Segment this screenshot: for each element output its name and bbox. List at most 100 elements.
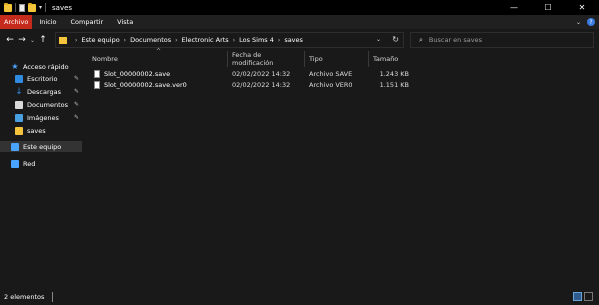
sidebar-item-imagenes[interactable]: Imágenes ✎: [0, 112, 82, 123]
computer-icon: [11, 142, 19, 151]
pin-icon[interactable]: ✎: [74, 114, 79, 121]
chevron-right-icon[interactable]: ›: [75, 37, 77, 44]
tab-compartir[interactable]: Compartir: [64, 15, 111, 29]
details-view-icon[interactable]: [573, 292, 582, 301]
chevron-right-icon[interactable]: ›: [233, 37, 235, 44]
large-icons-view-icon[interactable]: [584, 292, 593, 301]
sidebar-item-label: Este equipo: [23, 142, 62, 151]
file-icon: [94, 80, 100, 89]
window-title: saves: [52, 3, 73, 12]
sidebar-item-este-equipo[interactable]: Este equipo: [0, 141, 82, 152]
file-date: 02/02/2022 14:32: [232, 80, 291, 89]
minimize-button[interactable]: —: [497, 0, 531, 15]
file-name-cell: Slot_00000002.save: [94, 68, 170, 79]
up-arrow-icon[interactable]: ↑: [37, 35, 49, 45]
sidebar-item-red[interactable]: Red: [0, 158, 82, 169]
customize-toolbar-icon[interactable]: ▾: [39, 4, 42, 11]
sidebar-item-label: Descargas: [27, 87, 62, 96]
forward-arrow-icon[interactable]: →: [16, 35, 28, 45]
file-size: 1.151 KB: [379, 80, 409, 89]
toolbar-divider: [15, 3, 16, 12]
sidebar-item-escritorio[interactable]: Escritorio ✎: [0, 73, 82, 84]
navigation-pane: ★ Acceso rápido Escritorio ✎ ↓ Descargas…: [0, 51, 82, 289]
network-icon: [11, 159, 19, 168]
view-switcher: [573, 292, 593, 301]
breadcrumb-electronic-arts[interactable]: Electronic Arts: [182, 36, 229, 44]
desktop-icon: [15, 74, 23, 83]
table-row[interactable]: Slot_00000002.save 02/02/2022 14:32 Arch…: [82, 68, 599, 79]
pictures-icon: [15, 113, 23, 122]
ribbon-right-controls: ⌄ ?: [576, 15, 595, 29]
file-size: 1.243 KB: [379, 69, 409, 78]
sidebar-item-saves[interactable]: saves: [0, 125, 82, 136]
breadcrumb-este-equipo[interactable]: Este equipo: [81, 36, 119, 44]
download-icon: ↓: [15, 86, 23, 97]
status-divider: [52, 292, 54, 302]
column-header-tipo[interactable]: Tipo: [305, 51, 369, 67]
column-header-nombre[interactable]: Nombre: [88, 51, 228, 67]
chevron-down-icon[interactable]: ⌄: [376, 36, 381, 43]
navigation-buttons: ← → ⌄ ↑: [4, 35, 49, 45]
search-icon: ⌕: [419, 35, 423, 44]
documents-icon: [15, 100, 23, 109]
chevron-right-icon[interactable]: ›: [175, 37, 177, 44]
tab-vista[interactable]: Vista: [110, 15, 140, 29]
address-bar[interactable]: › Este equipo › Documentos › Electronic …: [55, 32, 404, 48]
sidebar-item-label: Acceso rápido: [23, 62, 69, 71]
new-folder-icon[interactable]: [28, 2, 36, 12]
breadcrumb-los-sims-4[interactable]: Los Sims 4: [239, 36, 274, 44]
expand-ribbon-icon[interactable]: ⌄: [576, 19, 581, 26]
item-count: 2 elementos: [4, 293, 45, 301]
recent-locations-icon[interactable]: ⌄: [28, 37, 37, 44]
file-name-cell: Slot_00000002.save.ver0: [94, 79, 187, 90]
quick-access-toolbar: ▾: [0, 0, 47, 15]
close-button[interactable]: ✕: [565, 0, 599, 15]
maximize-button[interactable]: ☐: [531, 0, 565, 15]
file-icon: [94, 69, 100, 78]
folder-icon: [59, 36, 67, 44]
pin-icon[interactable]: ✎: [74, 75, 79, 82]
file-list: ^ Nombre Fecha de modificación Tipo Tama…: [82, 48, 599, 289]
search-box[interactable]: ⌕: [410, 32, 594, 48]
refresh-icon[interactable]: ↻: [392, 35, 399, 44]
search-input[interactable]: [428, 36, 579, 44]
back-arrow-icon[interactable]: ←: [4, 35, 16, 45]
table-row[interactable]: Slot_00000002.save.ver0 02/02/2022 14:32…: [82, 79, 599, 90]
file-name: Slot_00000002.save: [104, 69, 171, 78]
window-controls: — ☐ ✕: [497, 0, 599, 15]
sidebar-item-documentos[interactable]: Documentos ✎: [0, 99, 82, 110]
column-header-fecha[interactable]: Fecha de modificación: [228, 51, 305, 67]
tab-archivo[interactable]: Archivo: [0, 15, 33, 29]
sidebar-item-descargas[interactable]: ↓ Descargas ✎: [0, 86, 82, 97]
ribbon-tabs: Archivo Inicio Compartir Vista ⌄ ?: [0, 15, 599, 29]
tab-inicio[interactable]: Inicio: [32, 15, 63, 29]
sidebar-item-label: Imágenes: [27, 113, 59, 122]
chevron-right-icon[interactable]: ›: [124, 37, 126, 44]
chevron-right-icon[interactable]: ›: [278, 37, 280, 44]
properties-icon[interactable]: [19, 3, 25, 12]
breadcrumb-saves[interactable]: saves: [284, 36, 303, 44]
pin-icon[interactable]: ✎: [74, 101, 79, 108]
breadcrumb-documentos[interactable]: Documentos: [130, 36, 171, 44]
sidebar-item-label: Red: [23, 159, 36, 168]
folder-icon: [4, 2, 12, 12]
star-icon: ★: [11, 62, 19, 71]
help-icon[interactable]: ?: [587, 18, 595, 26]
file-name: Slot_00000002.save.ver0: [104, 80, 187, 89]
toolbar-divider: [45, 3, 47, 12]
column-header-tamano[interactable]: Tamaño: [369, 51, 413, 67]
breadcrumb: › Este equipo › Documentos › Electronic …: [71, 36, 303, 44]
file-type: Archivo SAVE: [309, 69, 353, 78]
sidebar-item-acceso-rapido[interactable]: ★ Acceso rápido: [0, 61, 82, 72]
status-bar: 2 elementos: [0, 289, 599, 305]
navigation-bar: ← → ⌄ ↑ › Este equipo › Documentos › Ele…: [0, 29, 599, 51]
sidebar-item-label: Documentos: [27, 100, 69, 109]
sidebar-item-label: Escritorio: [27, 74, 58, 83]
file-type: Archivo VER0: [309, 80, 353, 89]
column-header-row: Nombre Fecha de modificación Tipo Tamaño: [82, 51, 599, 67]
sidebar-item-label: saves: [27, 126, 46, 135]
folder-icon: [15, 126, 23, 135]
title-bar: ▾ saves — ☐ ✕: [0, 0, 599, 15]
pin-icon[interactable]: ✎: [74, 88, 79, 95]
file-date: 02/02/2022 14:32: [232, 69, 291, 78]
